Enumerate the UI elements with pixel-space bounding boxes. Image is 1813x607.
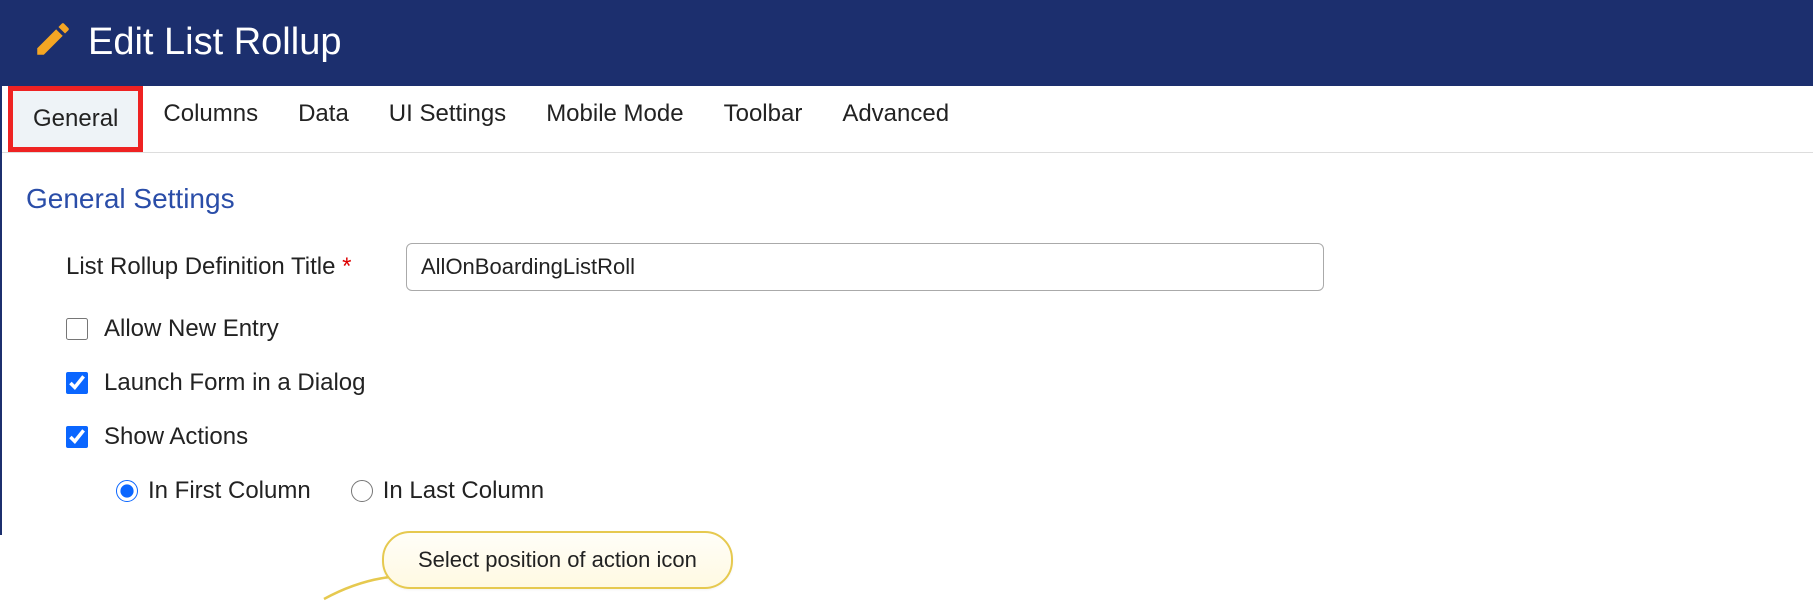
content-panel: General Settings List Rollup Definition … <box>2 153 1813 535</box>
title-field-label: List Rollup Definition Title * <box>66 253 406 281</box>
position-last-label: In Last Column <box>383 477 544 505</box>
position-first-label: In First Column <box>148 477 311 505</box>
position-radio-row: In First Column In Last Column <box>26 477 1789 505</box>
tab-data[interactable]: Data <box>278 86 369 152</box>
allow-new-entry-row: Allow New Entry <box>26 315 1789 343</box>
launch-dialog-row: Launch Form in a Dialog <box>26 369 1789 397</box>
allow-new-entry-label: Allow New Entry <box>104 315 279 343</box>
show-actions-row: Show Actions <box>26 423 1789 451</box>
tab-columns[interactable]: Columns <box>143 86 278 152</box>
required-asterisk: * <box>342 253 351 280</box>
title-input[interactable] <box>406 243 1324 291</box>
show-actions-label: Show Actions <box>104 423 248 451</box>
title-field-row: List Rollup Definition Title * <box>26 243 1789 291</box>
launch-dialog-checkbox[interactable] <box>66 372 88 394</box>
position-first-option[interactable]: In First Column <box>116 477 311 505</box>
callout-tail-icon <box>322 571 392 601</box>
position-last-option[interactable]: In Last Column <box>351 477 544 505</box>
tab-bar: General Columns Data UI Settings Mobile … <box>2 86 1813 153</box>
tab-ui-settings[interactable]: UI Settings <box>369 86 526 152</box>
tab-mobile-mode[interactable]: Mobile Mode <box>526 86 703 152</box>
tab-general[interactable]: General <box>8 86 143 152</box>
page-header: Edit List Rollup <box>2 0 1813 86</box>
tab-toolbar[interactable]: Toolbar <box>704 86 823 152</box>
pencil-icon <box>32 18 74 66</box>
tab-advanced[interactable]: Advanced <box>822 86 969 152</box>
allow-new-entry-checkbox[interactable] <box>66 318 88 340</box>
position-first-radio[interactable] <box>116 480 138 502</box>
launch-dialog-label: Launch Form in a Dialog <box>104 369 365 397</box>
page-title: Edit List Rollup <box>88 21 341 64</box>
show-actions-checkbox[interactable] <box>66 426 88 448</box>
position-last-radio[interactable] <box>351 480 373 502</box>
callout-annotation: Select position of action icon <box>322 531 733 589</box>
callout-text: Select position of action icon <box>418 547 697 572</box>
title-label-text: List Rollup Definition Title <box>66 253 335 280</box>
callout-bubble: Select position of action icon <box>382 531 733 589</box>
section-title: General Settings <box>26 183 1789 215</box>
